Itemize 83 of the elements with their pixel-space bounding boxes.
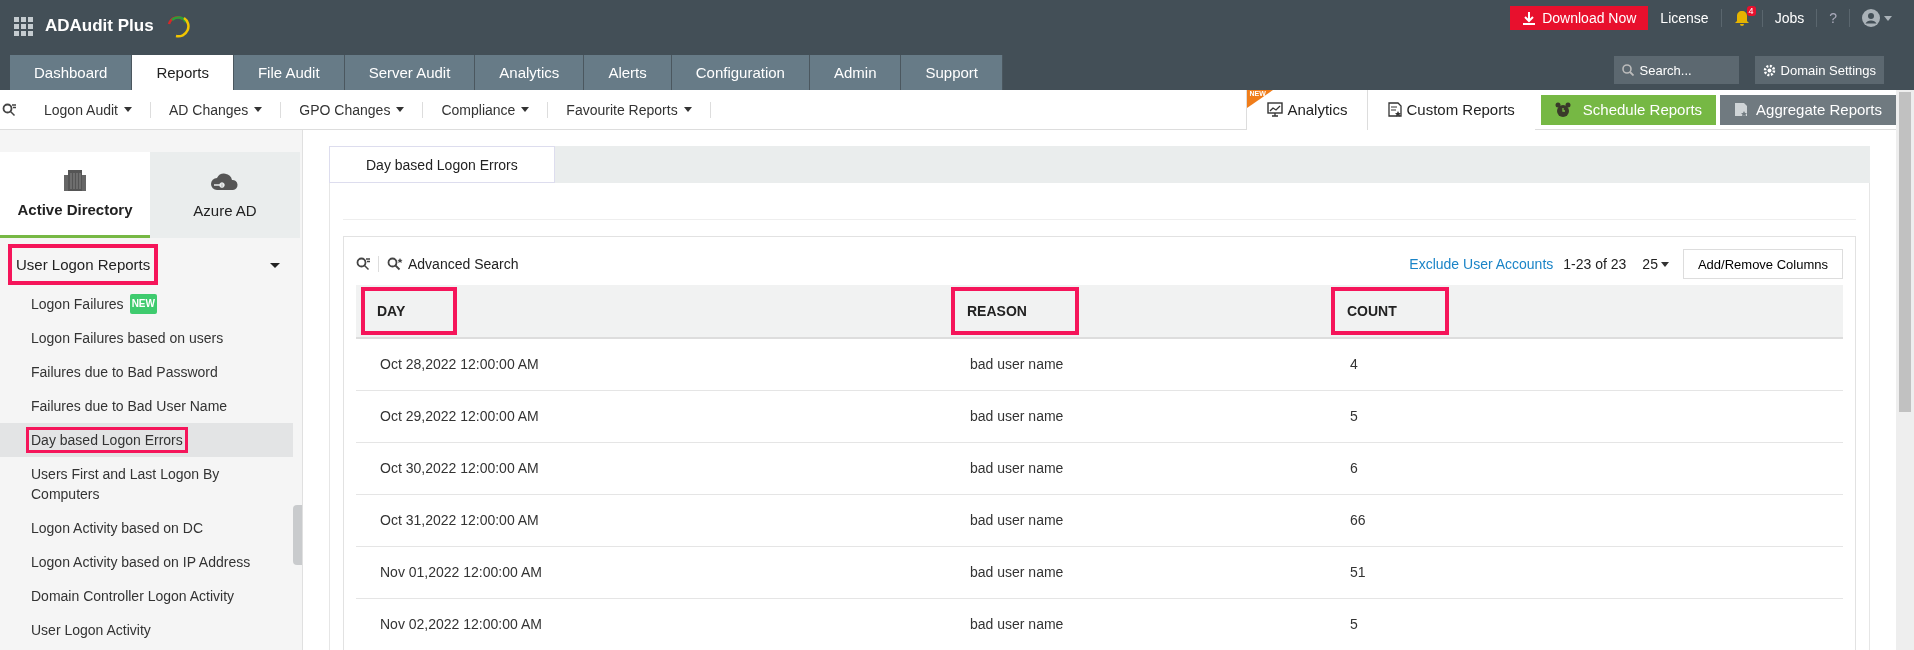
table-cell: bad user name [946,494,1326,546]
gear-icon [1762,63,1776,77]
aggregate-reports-button[interactable]: Aggregate Reports [1720,94,1896,125]
building-icon [63,169,87,191]
page-range: 1-23 of 23 [1563,256,1627,272]
menu-dropdown[interactable]: GPO Changes [281,101,424,118]
nav-tab[interactable]: File Audit [233,55,345,90]
advanced-search-link[interactable]: Advanced Search [378,256,519,272]
table-cell: 66 [1326,494,1843,546]
table-cell: Oct 28,2022 12:00:00 AM [356,338,946,390]
table-cell: bad user name [946,390,1326,442]
table-cell: Oct 31,2022 12:00:00 AM [356,494,946,546]
notification-count: 4 [1746,5,1756,16]
column-header[interactable]: DAY [356,285,946,338]
table-cell: Oct 30,2022 12:00:00 AM [356,442,946,494]
help-link[interactable]: ? [1817,9,1850,27]
table-cell: 5 [1326,598,1843,650]
new-badge: NEW [129,294,157,314]
app-name: ADAudit Plus [45,16,154,36]
sidebar-item[interactable]: Failures due to Bad User Name [0,389,293,423]
section-header[interactable]: User Logon Reports [8,244,159,285]
table-cell: 4 [1326,338,1843,390]
license-link[interactable]: License [1648,9,1722,27]
column-header[interactable]: COUNT [1326,285,1843,338]
table-cell: bad user name [946,442,1326,494]
jobs-link[interactable]: Jobs [1762,9,1818,27]
bell-icon [1733,9,1750,27]
sidebar-item[interactable]: Logon Activity based on IP Address [0,545,293,579]
nav-tab[interactable]: Support [901,55,1004,90]
nav-tab[interactable]: Alerts [584,55,672,90]
nav-tab[interactable]: Server Audit [344,55,476,90]
app-grid-icon [14,16,33,36]
user-avatar-icon [1862,9,1880,27]
table-cell: Nov 01,2022 12:00:00 AM [356,546,946,598]
alarm-clock-icon [1554,101,1571,118]
menu-dropdown[interactable]: Favourite Reports [548,101,711,118]
report-star-icon [1734,102,1749,117]
sidebar-tab[interactable]: Active Directory [0,152,150,238]
table-cell: bad user name [946,598,1326,650]
report-tab[interactable]: Day based Logon Errors [329,146,555,183]
nav-tab[interactable]: Reports [132,55,234,90]
column-header[interactable]: REASON [946,285,1326,338]
download-button[interactable]: Download Now [1510,6,1649,30]
search-field[interactable]: Search... [1613,56,1739,84]
sidebar-item[interactable]: Logon Failures based on users [0,321,293,355]
menu-dropdown[interactable]: Logon Audit [26,101,151,118]
cloud-icon [210,171,240,192]
sidebar-tab[interactable]: Azure AD [150,152,300,238]
download-icon [1522,11,1537,25]
table-cell: bad user name [946,338,1326,390]
nav-tab[interactable]: Analytics [475,55,585,90]
nav-tab[interactable]: Configuration [671,55,810,90]
table-cell: 6 [1326,442,1843,494]
menu-dropdown[interactable]: Compliance [423,101,549,118]
sidebar-item[interactable]: Logon Failures NEW [0,287,293,321]
monitor-chart-icon [1267,102,1284,117]
custom-reports-button[interactable]: Custom Reports [1367,89,1535,130]
nav-tab[interactable]: Dashboard [10,55,133,90]
table-cell: Oct 29,2022 12:00:00 AM [356,390,946,442]
sidebar-item[interactable]: Users First and Last Logon By Computers [0,457,293,511]
sidebar-item[interactable]: Domain Controller Logon Activity [0,579,293,613]
sidebar-item[interactable]: User Logon Activity [0,613,293,647]
table-cell: bad user name [946,546,1326,598]
table-cell: 5 [1326,390,1843,442]
caret-icon [1884,15,1892,21]
page-size-dropdown[interactable]: 25 [1642,256,1669,272]
table-cell: 51 [1326,546,1843,598]
add-remove-columns-button[interactable]: Add/Remove Columns [1682,249,1843,279]
sidebar-item[interactable]: Day based Logon Errors [0,423,293,457]
search-star-icon [387,257,403,271]
menu-dropdown[interactable]: AD Changes [150,101,282,118]
report-star-icon [1388,102,1403,117]
nav-tab[interactable]: Admin [809,55,902,90]
domain-settings-button[interactable]: Domain Settings [1754,56,1884,84]
collapse-handle[interactable] [293,505,302,565]
logo-arc-icon [165,14,190,38]
sidebar-item[interactable]: Logon Activity based on DC [0,511,293,545]
sidebar-item[interactable]: Failures due to Bad Password [0,355,293,389]
quick-search-icon [356,257,370,271]
exclude-accounts-link[interactable]: Exclude User Accounts [1409,256,1554,272]
scrollbar-thumb[interactable] [1899,92,1911,412]
quick-search-icon [2,102,16,117]
table-cell: Nov 02,2022 12:00:00 AM [356,598,946,650]
